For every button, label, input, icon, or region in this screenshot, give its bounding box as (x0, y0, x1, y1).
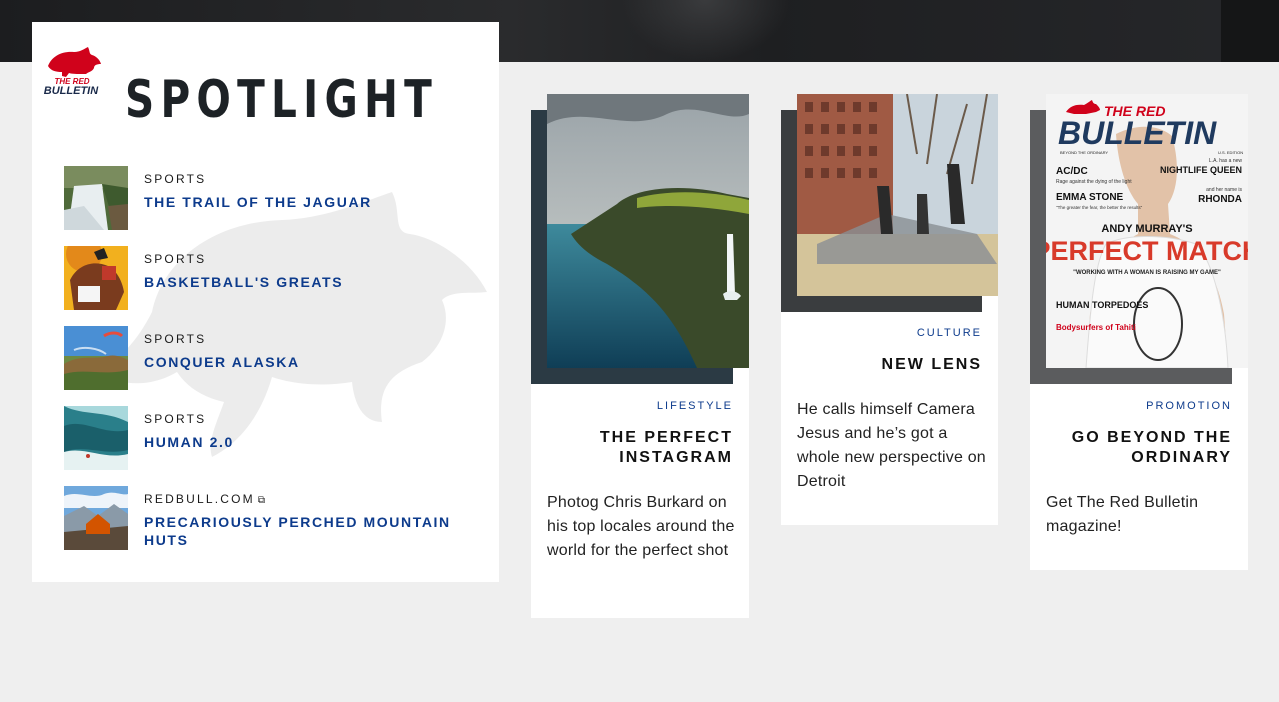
svg-text:NIGHTLIFE QUEEN: NIGHTLIFE QUEEN (1160, 165, 1242, 175)
svg-text:RHONDA: RHONDA (1198, 194, 1242, 205)
svg-text:"WORKING WITH A WOMAN IS RAISI: "WORKING WITH A WOMAN IS RAISING MY GAME… (1073, 270, 1221, 276)
svg-text:Bodysurfers of Tahiti: Bodysurfers of Tahiti (1056, 323, 1136, 332)
svg-text:L.A. has a new: L.A. has a new (1209, 158, 1242, 164)
external-link-icon: ⧉ (257, 495, 268, 506)
item-title-link[interactable]: PRECARIOUSLY PERCHED MOUNTAIN HUTS (144, 513, 474, 549)
thumb-paraglider[interactable] (64, 326, 128, 390)
item-category: SPORTS (144, 252, 207, 266)
thumb-waterfall[interactable] (64, 166, 128, 230)
item-title-link[interactable]: THE TRAIL OF THE JAGUAR (144, 193, 474, 211)
svg-text:and her name is: and her name is (1206, 187, 1242, 193)
svg-text:Rage against the dying of the: Rage against the dying of the light (1056, 179, 1132, 185)
spotlight-item[interactable]: SPORTS THE TRAIL OF THE JAGUAR (64, 166, 474, 230)
card-title[interactable]: GO BEYOND THE ORDINARY (1052, 428, 1232, 468)
svg-text:HUMAN TORPEDOES: HUMAN TORPEDOES (1056, 300, 1148, 310)
card-title[interactable]: NEW LENS (802, 355, 982, 375)
spotlight-title: SPOTLIGHT (125, 70, 439, 130)
svg-text:PERFECT MATCH: PERFECT MATCH (1046, 236, 1248, 266)
thumb-mountain-hut[interactable] (64, 486, 128, 550)
svg-text:BEYOND THE ORDINARY: BEYOND THE ORDINARY (1060, 150, 1108, 155)
item-category: SPORTS (144, 412, 207, 426)
hero-edge (1221, 0, 1279, 62)
card-description: He calls himself Camera Jesus and he’s g… (797, 401, 986, 490)
item-category: SPORTS (144, 172, 207, 186)
card-tag: LIFESTYLE (656, 400, 733, 412)
item-category: SPORTS (144, 332, 207, 346)
hero-image-hint (620, 0, 790, 62)
spotlight-item[interactable]: REDBULL.COM ⧉ PRECARIOUSLY PERCHED MOUNTA… (64, 486, 474, 550)
card-description: Photog Chris Burkard on his top locales … (547, 494, 735, 559)
spotlight-item[interactable]: SPORTS CONQUER ALASKA (64, 326, 474, 390)
spotlight-item[interactable]: SPORTS BASKETBALL'S GREATS (64, 246, 474, 310)
spotlight-item[interactable]: SPORTS HUMAN 2.0 (64, 406, 474, 470)
item-title-link[interactable]: CONQUER ALASKA (144, 353, 474, 371)
article-card-culture[interactable]: CULTURE NEW LENS He calls himself Camera… (781, 94, 998, 525)
card-image-cliff[interactable] (547, 94, 749, 368)
card-title[interactable]: THE PERFECT INSTAGRAM (553, 428, 733, 468)
svg-text:U.S. EDITION: U.S. EDITION (1218, 150, 1243, 155)
promo-card-magazine[interactable]: THE RED BULLETIN BEYOND THE ORDINARY U.S… (1030, 94, 1248, 570)
article-card-lifestyle[interactable]: LIFESTYLE THE PERFECT INSTAGRAM Photog C… (531, 94, 749, 618)
item-category: REDBULL.COM ⧉ (144, 492, 268, 506)
svg-text:EMMA STONE: EMMA STONE (1056, 192, 1124, 203)
svg-text:BULLETIN: BULLETIN (1058, 115, 1217, 151)
card-tag: CULTURE (916, 327, 982, 339)
thumb-surf[interactable] (64, 406, 128, 470)
card-tag: PROMOTION (1146, 400, 1232, 412)
svg-text:"The greater the fear, the bet: "The greater the fear, the better the re… (1056, 205, 1143, 210)
red-bulletin-logo: THE RED BULLETIN (44, 47, 101, 96)
svg-text:AC/DC: AC/DC (1056, 166, 1088, 177)
svg-text:BULLETIN: BULLETIN (44, 85, 99, 96)
magazine-cover-image[interactable]: THE RED BULLETIN BEYOND THE ORDINARY U.S… (1046, 94, 1248, 368)
item-title-link[interactable]: BASKETBALL'S GREATS (144, 273, 474, 291)
card-image-detroit[interactable] (797, 94, 998, 296)
card-description: Get The Red Bulletin magazine! (1046, 494, 1199, 535)
spotlight-panel: THE RED BULLETIN SPOTLIGHT SPORTS THE TR… (32, 22, 499, 582)
item-title-link[interactable]: HUMAN 2.0 (144, 433, 474, 451)
thumb-basketball[interactable] (64, 246, 128, 310)
svg-text:ANDY MURRAY'S: ANDY MURRAY'S (1101, 223, 1192, 235)
